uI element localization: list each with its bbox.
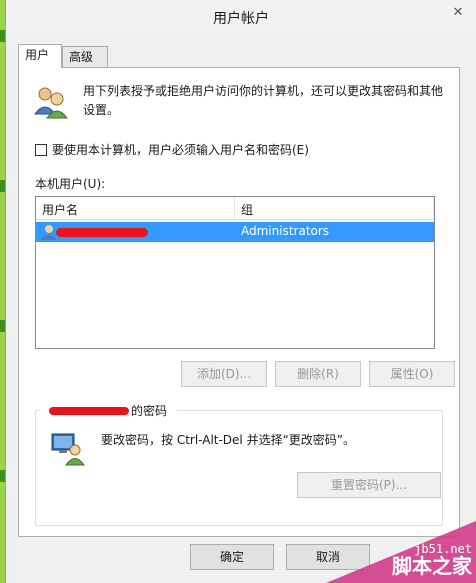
local-users-label: 本机用户(U):: [35, 177, 106, 191]
users-list[interactable]: 用户名 组 Administrators: [35, 196, 435, 349]
watermark-brand: 脚本之家: [392, 554, 472, 578]
change-password-text: 要改密码，按 Ctrl-Alt-Del 并选择“更改密码”。: [101, 433, 356, 447]
redacted-username: [49, 407, 129, 415]
tab-users[interactable]: 用户: [18, 44, 62, 68]
close-icon[interactable]: ✕: [446, 2, 470, 24]
reset-password-button[interactable]: 重置密码(P)...: [297, 472, 441, 498]
require-login-checkbox[interactable]: [35, 144, 47, 156]
column-header-group[interactable]: 组: [241, 201, 253, 218]
users-icon: [34, 87, 68, 119]
intro-text: 用下列表授予或拒绝用户访问你的计算机，还可以更改其密码和其他设置。: [83, 84, 444, 117]
password-group-title: 的密码: [41, 402, 177, 418]
list-header: 用户名 组: [36, 197, 434, 220]
add-user-button[interactable]: 添加(D)...: [181, 361, 267, 387]
password-groupbox: [35, 410, 443, 526]
change-password-icon: [51, 433, 85, 466]
user-accounts-dialog: 用户帐户 ✕ 用户 高级 用下列表授予或拒绝用户访问你的计算机，还可以更改其密码…: [5, 0, 476, 583]
tab-advanced[interactable]: 高级: [62, 46, 108, 67]
group-cell: Administrators: [241, 224, 330, 238]
title-bar[interactable]: 用户帐户 ✕: [6, 0, 476, 32]
table-row[interactable]: Administrators: [36, 222, 434, 242]
site-watermark: jb51.net 脚本之家: [326, 521, 476, 583]
redacted-username: [56, 228, 148, 237]
column-divider[interactable]: [234, 197, 235, 219]
remove-user-button[interactable]: 删除(R): [275, 361, 361, 387]
users-tab-panel: 用下列表授予或拒绝用户访问你的计算机，还可以更改其密码和其他设置。 要使用本计算…: [18, 67, 460, 537]
window-title: 用户帐户: [213, 11, 269, 27]
column-header-username[interactable]: 用户名: [42, 201, 78, 218]
column-divider[interactable]: [433, 197, 434, 219]
username-cell: [40, 224, 230, 240]
properties-button[interactable]: 属性(O): [369, 361, 455, 387]
require-login-label[interactable]: 要使用本计算机，用户必须输入用户名和密码(E): [52, 141, 309, 158]
ok-button[interactable]: 确定: [190, 544, 274, 570]
